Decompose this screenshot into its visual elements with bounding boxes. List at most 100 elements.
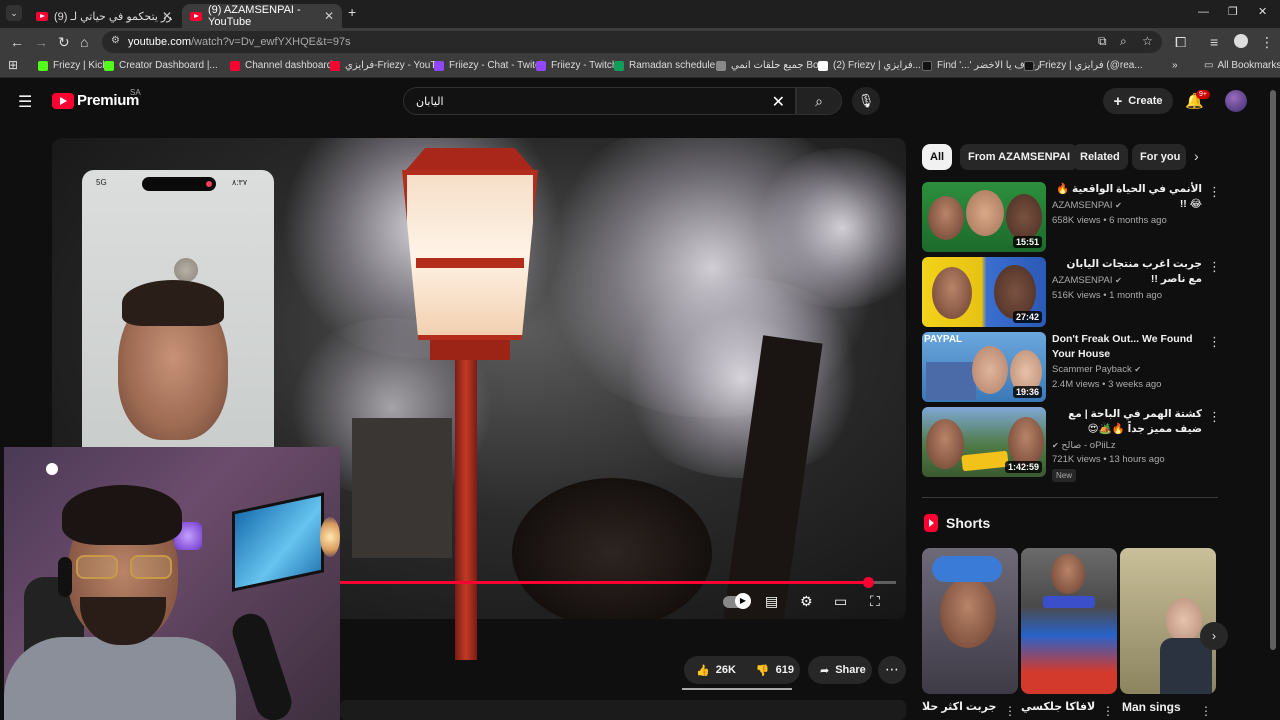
forward-icon[interactable]: → <box>34 34 48 50</box>
bookmark-item[interactable]: Friezy | Kick <box>38 60 107 71</box>
autoplay-toggle[interactable] <box>723 593 751 609</box>
video-thumbnail[interactable]: 27:42 <box>922 257 1046 327</box>
page-scrollbar[interactable] <box>1270 90 1276 650</box>
bookmark-item[interactable]: جميع حلقات انمي Bo... <box>716 60 827 71</box>
more-actions-icon[interactable]: ⋯ <box>878 656 906 684</box>
profile-icon[interactable] <box>1234 34 1248 48</box>
bookmark-item[interactable]: Friiezy - Chat - Twitch <box>434 60 546 71</box>
verified-icon: ✔ <box>1115 201 1122 210</box>
close-tab-icon[interactable]: ✕ <box>162 9 172 23</box>
home-icon[interactable]: ⌂ <box>80 34 88 50</box>
short-title[interactable]: Man sings <box>1122 700 1181 714</box>
more-options-icon[interactable]: ⋮ <box>1208 184 1221 200</box>
hamburger-menu-icon[interactable]: ☰ <box>18 92 32 112</box>
list-item[interactable]: 15:51 الأنمي في الحياة الواقعية 🔥😂 !! AZ… <box>922 182 1222 252</box>
fullscreen-icon[interactable]: ⛶ <box>870 593 880 610</box>
chip-for-you[interactable]: For you <box>1132 144 1186 170</box>
bookmarks-overflow-icon[interactable]: » <box>1172 60 1178 71</box>
like-button[interactable]: 👍 26K <box>696 664 736 677</box>
browser-tab-2[interactable]: (9) AZAMSENPAI - YouTube ✕ <box>182 4 342 28</box>
bookmark-item[interactable]: (2) Friezy | فرايزي... <box>818 60 921 71</box>
share-button[interactable]: ➦ Share <box>808 656 872 684</box>
bookmark-item[interactable]: Creator Dashboard |... <box>104 60 218 71</box>
tab-search-icon[interactable]: ⌄ <box>6 5 22 21</box>
list-item[interactable]: 1:42:59 كشتة الهمر في الباحة | مع ضيف مم… <box>922 407 1222 482</box>
dislike-button[interactable]: 👎 619 <box>756 664 794 677</box>
video-meta: 2.4M views • 3 weeks ago <box>1052 379 1162 390</box>
channel-name[interactable]: AZAMSENPAI ✔ <box>1052 200 1122 211</box>
back-icon[interactable]: ← <box>10 34 24 50</box>
close-tab-icon[interactable]: ✕ <box>324 9 334 23</box>
maximize-window-icon[interactable]: ❐ <box>1228 4 1238 20</box>
close-window-icon[interactable]: ✕ <box>1258 4 1267 20</box>
search-button[interactable]: ⌕ <box>796 87 842 115</box>
more-options-icon[interactable]: ⋮ <box>1208 409 1221 425</box>
browser-menu-icon[interactable]: ⋮ <box>1260 34 1274 50</box>
extensions-icon[interactable]: ⧠ <box>1175 34 1186 50</box>
video-thumbnail[interactable]: PAYPAL 19:36 <box>922 332 1046 402</box>
clear-search-icon[interactable]: ✕ <box>772 92 785 112</box>
youtube-premium-logo[interactable]: Premium SA <box>52 88 141 109</box>
tab-title: (9) اليوتيوبرز يتحكمو في حياتي لـ... <box>54 10 172 23</box>
bookmark-item[interactable]: Find '...' رفرف يا الاخضر <box>922 60 1040 71</box>
short-title[interactable]: جربت اكثر حلا <box>922 700 996 713</box>
short-thumbnail[interactable] <box>922 548 1018 694</box>
bookmark-item[interactable]: فرايزي-Friezy - YouT... <box>330 60 444 71</box>
tab-title: (9) AZAMSENPAI - YouTube <box>208 4 301 28</box>
bookmark-item[interactable]: Friiezy - Twitch <box>536 60 618 71</box>
create-button[interactable]: + Create <box>1103 88 1173 114</box>
progress-bar[interactable] <box>340 581 868 584</box>
description-box[interactable] <box>340 700 906 720</box>
channel-name[interactable]: ✔ صالح - oPiiLz <box>1052 440 1116 451</box>
bookmark-item[interactable]: Ramadan schedule... <box>614 60 724 71</box>
all-bookmarks-folder[interactable]: ▭ All Bookmarks <box>1204 60 1280 71</box>
video-thumbnail[interactable]: 15:51 <box>922 182 1046 252</box>
theater-mode-icon[interactable]: ▭ <box>834 593 847 610</box>
bookmark-item[interactable]: Channel dashboard... <box>230 60 341 71</box>
voice-search-button[interactable]: 🎙 <box>852 87 880 115</box>
search-input[interactable]: اليابان ✕ <box>403 87 796 115</box>
youtube-header: ☰ Premium SA اليابان ✕ ⌕ 🎙 + Create 🔔 9+ <box>0 80 1280 124</box>
short-thumbnail[interactable] <box>1021 548 1117 694</box>
zoom-icon[interactable]: ⌕ <box>1120 34 1127 49</box>
list-item[interactable]: PAYPAL 19:36 Don't Freak Out... We Found… <box>922 332 1222 402</box>
video-thumbnail[interactable]: 1:42:59 <box>922 407 1046 477</box>
chip-from-channel[interactable]: From AZAMSENPAI <box>960 144 1079 170</box>
search-icon: ⌕ <box>815 92 823 109</box>
install-app-icon[interactable]: ⧉ <box>1098 34 1107 49</box>
new-tab-button[interactable]: + <box>348 4 356 20</box>
chip-related[interactable]: Related <box>1072 144 1128 170</box>
chevron-right-icon[interactable]: › <box>1200 622 1228 650</box>
more-options-icon[interactable]: ⋮ <box>1004 704 1016 718</box>
new-badge: New <box>1052 469 1077 482</box>
chevron-right-icon[interactable]: › <box>1194 148 1199 164</box>
more-options-icon[interactable]: ⋮ <box>1208 334 1221 350</box>
apps-grid-icon[interactable]: ⊞ <box>8 58 18 72</box>
short-title[interactable]: لافاكا جلكسي <box>1021 700 1095 713</box>
site-info-icon[interactable]: ⚙ <box>111 35 120 46</box>
scrubber-handle[interactable] <box>863 577 874 588</box>
chip-all[interactable]: All <box>922 144 953 170</box>
more-options-icon[interactable]: ⋮ <box>1200 704 1212 718</box>
browser-tab-1[interactable]: (9) اليوتيوبرز يتحكمو في حياتي لـ... ✕ <box>28 4 180 28</box>
settings-gear-icon[interactable]: ⚙ <box>800 593 813 610</box>
list-item[interactable]: 27:42 جربت اغرب منتجات اليابان مع ناصر !… <box>922 257 1222 327</box>
bookmark-star-icon[interactable]: ☆ <box>1142 34 1153 48</box>
more-options-icon[interactable]: ⋮ <box>1102 704 1114 718</box>
video-title[interactable]: Don't Freak Out... We Found Your House <box>1052 332 1202 362</box>
glasses <box>76 555 172 579</box>
media-controls-icon[interactable]: ≡ <box>1210 34 1218 50</box>
video-title[interactable]: كشتة الهمر في الباحة | مع ضيف مميز جداً … <box>1052 407 1202 437</box>
channel-name[interactable]: Scammer Payback ✔ <box>1052 364 1141 375</box>
youtube-logo-icon <box>52 92 74 109</box>
address-bar[interactable]: ⚙ youtube.com/watch?v=Dv_ewfYXHQE&t=97s … <box>102 31 1162 53</box>
reload-icon[interactable]: ↻ <box>58 34 70 50</box>
browser-toolbar: ← → ↻ ⌂ ⚙ youtube.com/watch?v=Dv_ewfYXHQ… <box>0 28 1280 56</box>
short-thumbnail[interactable] <box>1120 548 1216 694</box>
more-options-icon[interactable]: ⋮ <box>1208 259 1221 275</box>
minimize-window-icon[interactable]: — <box>1198 4 1209 20</box>
account-avatar[interactable] <box>1225 90 1247 112</box>
bookmark-item[interactable]: Friezy | فرايزي (@rea... <box>1024 60 1143 71</box>
subtitles-icon[interactable]: ▤ <box>765 593 778 610</box>
channel-name[interactable]: AZAMSENPAI ✔ <box>1052 275 1122 286</box>
